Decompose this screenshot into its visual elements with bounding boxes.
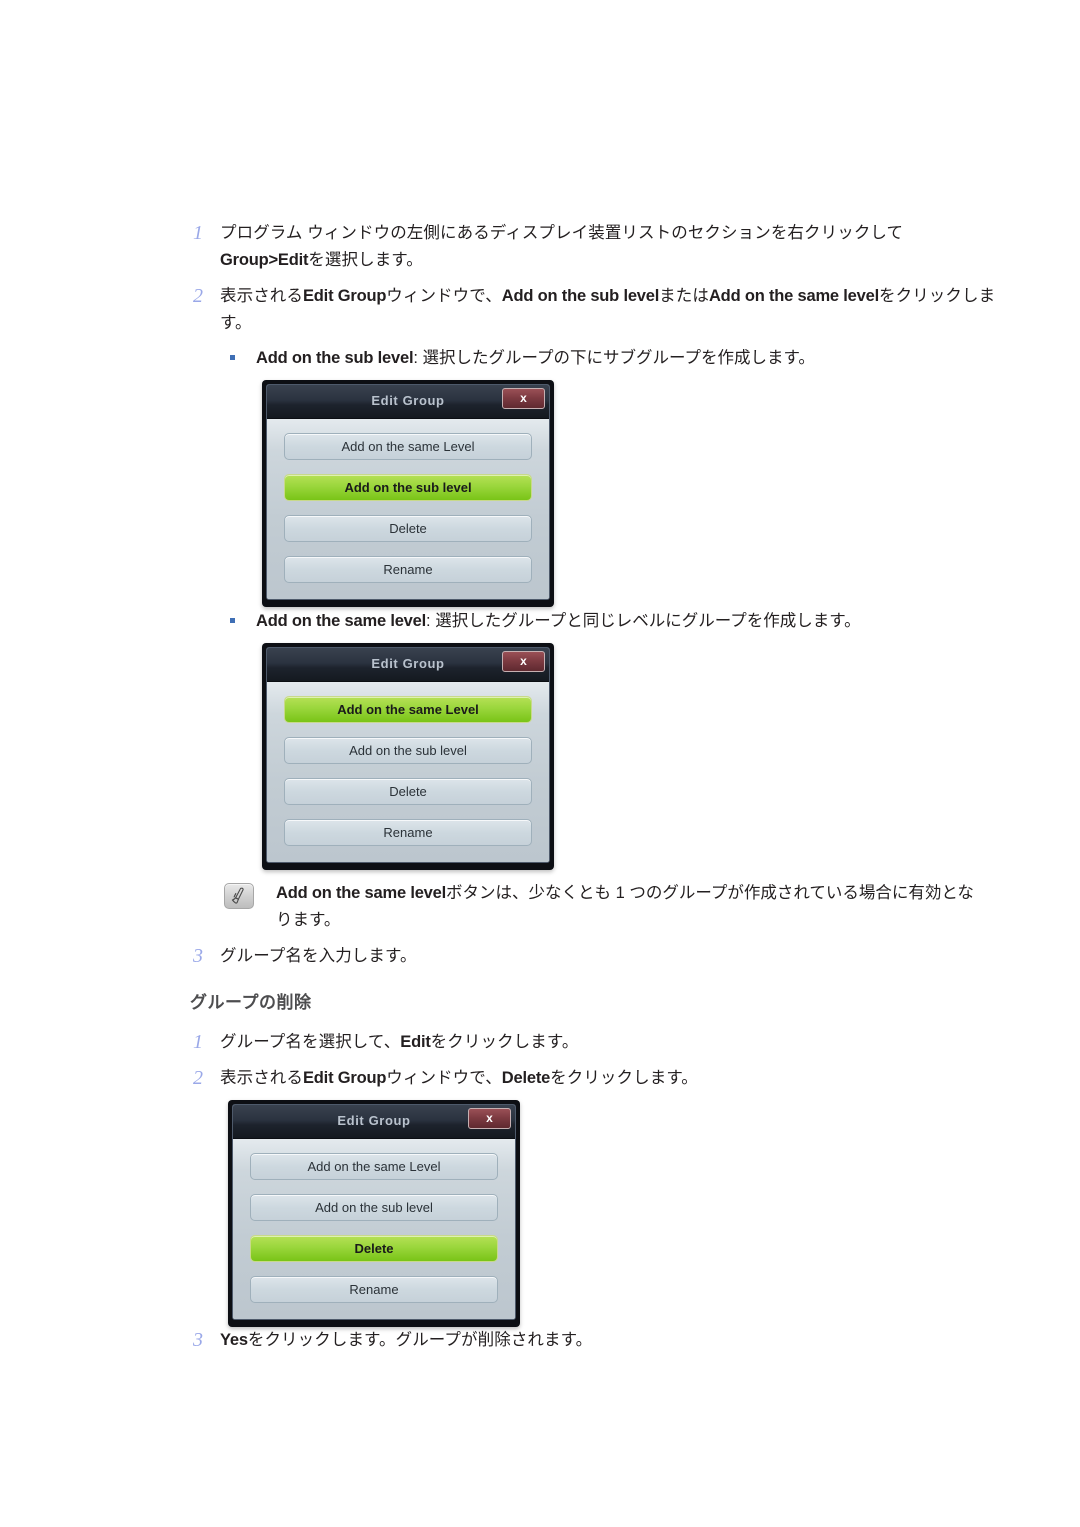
close-icon[interactable]: x <box>502 388 545 409</box>
button-rename[interactable]: Rename <box>284 556 532 583</box>
bullet-text: Add on the same level: 選択したグループと同じレベルにグル… <box>256 608 861 634</box>
note-line-2: ります。 <box>276 911 341 929</box>
step-inline-term: Delete <box>501 1069 551 1087</box>
dialog-title-bar: Edit Group x <box>267 385 549 419</box>
edit-group-dialog-sub-level[interactable]: Edit Group x Add on the same Level Add o… <box>262 380 554 607</box>
dialog-body: Add on the same Level Add on the sub lev… <box>233 1139 515 1319</box>
dialog-body: Add on the same Level Add on the sub lev… <box>267 419 549 599</box>
button-add-on-sub-level[interactable]: Add on the sub level <box>284 737 532 764</box>
step-text-mid: ウィンドウで、 <box>386 287 502 305</box>
step-text: 表示されるEdit Groupウィンドウで、Deleteをクリックします。 <box>220 1065 698 1092</box>
document-page: 1 プログラム ウィンドウの左側にあるディスプレイ装置リストのセクションを右クリ… <box>0 0 1080 1527</box>
step-text: グループ名を選択して、Editをクリックします。 <box>220 1029 578 1056</box>
bullet-description: : 選択したグループと同じレベルにグループを作成します。 <box>426 612 861 630</box>
step-delete-2: 2 表示されるEdit Groupウィンドウで、Deleteをクリックします。 <box>190 1065 940 1092</box>
dialog-frame: Edit Group x Add on the same Level Add o… <box>266 384 550 600</box>
step-delete-1: 1 グループ名を選択して、Editをクリックします。 <box>190 1029 890 1056</box>
step-inline-term: Edit Group <box>303 1069 387 1087</box>
button-delete[interactable]: Delete <box>284 515 532 542</box>
note-term: Add on the same level <box>276 884 447 902</box>
step-text-post: をクリックします。グループが削除されます。 <box>247 1331 593 1349</box>
dialog-frame: Edit Group x Add on the same Level Add o… <box>266 647 550 863</box>
dialog-frame: Edit Group x Add on the same Level Add o… <box>232 1104 516 1320</box>
step-text-pre: 表示される <box>220 287 303 305</box>
step-number: 1 <box>193 1031 203 1053</box>
page-title: グループの削除 <box>190 993 312 1012</box>
button-add-on-same-level[interactable]: Add on the same Level <box>284 696 532 723</box>
step-inline-term: Add on the sub level <box>501 287 660 305</box>
close-icon[interactable]: x <box>502 651 545 672</box>
step-inline-term: Edit <box>400 1033 431 1051</box>
step-text: プログラム ウィンドウの左側にあるディスプレイ装置リストのセクションを右クリック… <box>220 220 903 274</box>
button-delete[interactable]: Delete <box>250 1235 498 1262</box>
note-pencil-icon <box>224 883 254 909</box>
button-add-on-sub-level[interactable]: Add on the sub level <box>250 1194 498 1221</box>
step-create-2: 2 表示されるEdit Groupウィンドウで、Add on the sub l… <box>190 283 1002 337</box>
step-delete-3: 3 Yesをクリックします。グループが削除されます。 <box>190 1327 890 1354</box>
step-create-3: 3 グループ名を入力します。 <box>190 943 890 970</box>
dialog-title-bar: Edit Group x <box>233 1105 515 1139</box>
close-icon[interactable]: x <box>468 1108 511 1129</box>
step-text: グループ名を入力します。 <box>220 947 417 965</box>
bullet-marker-icon <box>222 608 256 623</box>
edit-group-dialog-same-level[interactable]: Edit Group x Add on the same Level Add o… <box>262 643 554 870</box>
step-inline-term: Edit Group <box>303 287 387 305</box>
bullet-text: Add on the sub level: 選択したグループの下にサブグループを… <box>256 345 815 371</box>
step-text-mid-2: または <box>659 287 709 305</box>
note-text: Add on the same levelボタンは、少なくとも 1 つのグループ… <box>276 880 974 934</box>
step-number: 3 <box>193 945 203 967</box>
step-inline-term: Group>Edit <box>220 251 309 269</box>
step-text-pre: 表示される <box>220 1069 303 1087</box>
button-delete[interactable]: Delete <box>284 778 532 805</box>
step-number: 2 <box>193 1067 203 1089</box>
step-text: Yesをクリックします。グループが削除されます。 <box>220 1327 592 1354</box>
step-text-post: をクリックします。 <box>550 1069 698 1087</box>
button-add-on-same-level[interactable]: Add on the same Level <box>250 1153 498 1180</box>
bullet-term: Add on the sub level <box>256 349 414 367</box>
note-line-1: ボタンは、少なくとも 1 つのグループが作成されている場合に有効とな <box>446 884 974 902</box>
dialog-title-bar: Edit Group x <box>267 648 549 682</box>
button-add-on-same-level[interactable]: Add on the same Level <box>284 433 532 460</box>
dialog-body: Add on the same Level Add on the sub lev… <box>267 682 549 862</box>
bullet-description: : 選択したグループの下にサブグループを作成します。 <box>413 349 815 367</box>
step-number: 2 <box>193 285 203 307</box>
step-number: 1 <box>193 222 203 244</box>
note-callout: Add on the same levelボタンは、少なくとも 1 つのグループ… <box>224 880 1014 934</box>
bullet-marker-icon <box>222 345 256 360</box>
button-rename[interactable]: Rename <box>284 819 532 846</box>
step-line-1: プログラム ウィンドウの左側にあるディスプレイ装置リストのセクションを右クリック… <box>220 224 904 242</box>
step-number: 3 <box>193 1329 203 1351</box>
bullet-term: Add on the same level <box>256 612 427 630</box>
bullet-add-sub-level: Add on the sub level: 選択したグループの下にサブグループを… <box>222 345 1002 371</box>
step-line-2-rest: を選択します。 <box>308 251 423 269</box>
edit-group-dialog-delete[interactable]: Edit Group x Add on the same Level Add o… <box>228 1100 520 1327</box>
step-text: 表示されるEdit Groupウィンドウで、Add on the sub lev… <box>220 283 1002 337</box>
step-text-pre: グループ名を選択して、 <box>220 1033 401 1051</box>
bullet-add-same-level: Add on the same level: 選択したグループと同じレベルにグル… <box>222 608 1002 634</box>
step-text-mid: ウィンドウで、 <box>386 1069 502 1087</box>
button-add-on-sub-level[interactable]: Add on the sub level <box>284 474 532 501</box>
step-inline-term: Add on the same level <box>708 287 879 305</box>
step-create-1: 1 プログラム ウィンドウの左側にあるディスプレイ装置リストのセクションを右クリ… <box>190 220 990 274</box>
button-rename[interactable]: Rename <box>250 1276 498 1303</box>
step-text-post: をクリックします。 <box>430 1033 579 1051</box>
step-inline-term: Yes <box>220 1331 248 1349</box>
